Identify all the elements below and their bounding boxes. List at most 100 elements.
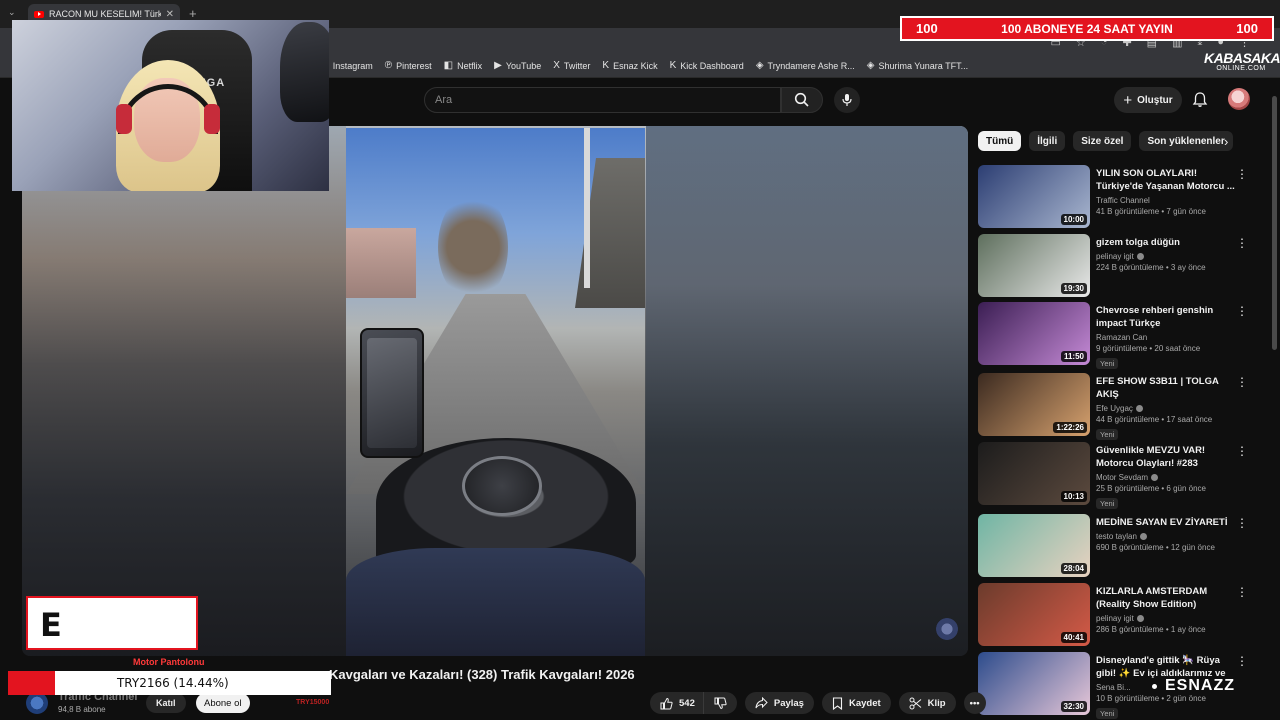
more-vertical-icon[interactable]: ⋮ bbox=[1236, 585, 1248, 599]
video-channel[interactable]: Traffic Channel bbox=[1096, 196, 1236, 205]
tab-search-icon[interactable]: ⌄ bbox=[8, 7, 16, 18]
related-video-item[interactable]: 1:22:26 EFE SHOW S3B11 | TOLGA AKIŞ Efe … bbox=[978, 373, 1248, 440]
phone-mount bbox=[360, 328, 424, 458]
join-button[interactable]: Katıl bbox=[146, 693, 186, 713]
related-video-item[interactable]: 10:00 YILIN SON OLAYLARI! Türkiye'de Yaş… bbox=[978, 165, 1248, 229]
more-vertical-icon[interactable]: ⋮ bbox=[1236, 167, 1248, 181]
share-label: Paylaş bbox=[773, 697, 804, 709]
clip-button[interactable]: Klip bbox=[898, 692, 956, 714]
more-vertical-icon[interactable]: ⋮ bbox=[1236, 236, 1248, 250]
video-meta: EFE SHOW S3B11 | TOLGA AKIŞ Efe Uygaç 44… bbox=[1096, 375, 1236, 442]
save-button[interactable]: Kaydet bbox=[821, 692, 891, 714]
video-thumbnail[interactable]: 19:30 bbox=[978, 234, 1090, 297]
verified-icon bbox=[1135, 405, 1143, 413]
video-channel[interactable]: Ramazan Can bbox=[1096, 333, 1236, 342]
video-stats: 25 B görüntüleme • 6 gün önce bbox=[1096, 484, 1206, 493]
video-duration: 28:04 bbox=[1060, 563, 1087, 574]
channel-avatar[interactable] bbox=[26, 692, 48, 714]
video-channel[interactable]: pelinay igit bbox=[1096, 614, 1236, 623]
video-thumbnail[interactable]: 10:00 bbox=[978, 165, 1090, 228]
video-title-link[interactable]: EFE SHOW S3B11 | TOLGA AKIŞ bbox=[1096, 375, 1236, 401]
video-player[interactable] bbox=[22, 126, 968, 656]
video-channel[interactable]: testo taylan bbox=[1096, 532, 1236, 541]
tag-dot-icon bbox=[1152, 683, 1157, 689]
channel-watermark-icon[interactable] bbox=[936, 618, 958, 640]
filter-chip[interactable]: Size özel bbox=[1073, 131, 1132, 151]
bookmarks-list: ◎Instagram℗Pinterest◧Netflix▶YouTubeXTwi… bbox=[320, 60, 968, 71]
video-thumbnail[interactable]: 11:50 bbox=[978, 302, 1090, 365]
page-scrollbar[interactable] bbox=[1272, 96, 1277, 350]
tab-close-icon[interactable]: ✕ bbox=[166, 9, 174, 20]
search-button[interactable] bbox=[781, 87, 823, 113]
related-video-item[interactable]: 40:41 KIZLARLA AMSTERDAM (Reality Show E… bbox=[978, 583, 1248, 647]
video-stats: 44 B görüntüleme • 17 saat önce bbox=[1096, 415, 1213, 424]
related-video-item[interactable]: 28:04 MEDİNE SAYAN EV ZİYARETİ testo tay… bbox=[978, 514, 1248, 578]
video-channel[interactable]: Motor Sevdam bbox=[1096, 473, 1236, 482]
video-thumbnail[interactable]: 10:13 bbox=[978, 442, 1090, 505]
dislike-button[interactable] bbox=[702, 692, 737, 714]
clip-label: Klip bbox=[927, 697, 946, 709]
video-stats: 41 B görüntüleme • 7 gün önce bbox=[1096, 207, 1206, 216]
more-horizontal-icon: ••• bbox=[969, 697, 980, 709]
bookmark-label: Instagram bbox=[332, 60, 373, 71]
channel-label: Efe Uygaç bbox=[1096, 404, 1133, 413]
notifications-bell-icon[interactable] bbox=[1192, 91, 1208, 108]
new-tab-button[interactable]: + bbox=[189, 6, 197, 21]
more-vertical-icon[interactable]: ⋮ bbox=[1236, 444, 1248, 458]
voice-search-button[interactable] bbox=[834, 87, 860, 113]
video-title-link[interactable]: gizem tolga düğün bbox=[1096, 236, 1236, 249]
bookmark-favicon-icon: ℗ bbox=[384, 60, 393, 71]
search-input[interactable] bbox=[435, 94, 780, 106]
filter-chip[interactable]: Son yüklenenler bbox=[1139, 131, 1233, 151]
bookmark-item[interactable]: ℗ Pinterest bbox=[385, 60, 432, 71]
related-video-item[interactable]: 11:50 Chevrose rehberi genshin impact Tü… bbox=[978, 302, 1248, 369]
video-channel[interactable]: Efe Uygaç bbox=[1096, 404, 1236, 413]
verified-icon bbox=[1136, 253, 1144, 261]
video-channel[interactable]: pelinay igit bbox=[1096, 252, 1236, 261]
related-video-item[interactable]: 10:13 Güvenlikle MEVZU VAR! Motorcu Olay… bbox=[978, 442, 1248, 509]
bookmark-item[interactable]: X Twitter bbox=[553, 60, 590, 71]
related-video-item[interactable]: 19:30 gizem tolga düğün pelinay igit 224… bbox=[978, 234, 1248, 298]
bookmark-item[interactable]: ▶ YouTube bbox=[494, 60, 541, 71]
bookmark-favicon-icon: K bbox=[602, 60, 610, 71]
bookmark-item[interactable]: ◈ Tryndamere Ashe R... bbox=[756, 60, 855, 71]
channel-label: Ramazan Can bbox=[1096, 333, 1148, 342]
filter-chip[interactable]: Tümü bbox=[978, 131, 1022, 151]
bookmark-item[interactable]: ◧ Netflix bbox=[444, 60, 482, 71]
sub-goal-text: 100 ABONEYE 24 SAAT YAYIN bbox=[1001, 21, 1173, 36]
video-title-link[interactable]: MEDİNE SAYAN EV ZİYARETİ bbox=[1096, 516, 1236, 529]
more-vertical-icon[interactable]: ⋮ bbox=[1236, 516, 1248, 530]
create-button[interactable]: + Oluştur bbox=[1114, 87, 1182, 113]
bookmark-favicon-icon: ▶ bbox=[494, 60, 502, 71]
more-vertical-icon[interactable]: ⋮ bbox=[1236, 375, 1248, 389]
bookmark-label: Esnaz Kick bbox=[613, 60, 658, 71]
new-badge: Yeni bbox=[1096, 498, 1119, 509]
bookmark-item[interactable]: ◈ Shurima Yunara TFT... bbox=[867, 60, 968, 71]
video-stats: 286 B görüntüleme • 1 ay önce bbox=[1096, 625, 1206, 634]
video-thumbnail[interactable]: 28:04 bbox=[978, 514, 1090, 577]
like-button[interactable]: 542 bbox=[650, 692, 703, 714]
building-left bbox=[346, 228, 416, 298]
rider-legs bbox=[346, 548, 645, 656]
chips-next-chevron-icon[interactable]: › bbox=[1224, 134, 1228, 149]
video-title-link[interactable]: YILIN SON OLAYLARI! Türkiye'de Yaşanan M… bbox=[1096, 167, 1236, 193]
more-vertical-icon[interactable]: ⋮ bbox=[1236, 304, 1248, 318]
account-avatar[interactable] bbox=[1228, 88, 1250, 110]
video-thumbnail[interactable]: 1:22:26 bbox=[978, 373, 1090, 436]
video-stats: 9 görüntüleme • 20 saat önce bbox=[1096, 344, 1201, 353]
share-button[interactable]: Paylaş bbox=[744, 692, 814, 714]
video-thumbnail[interactable]: 32:30 bbox=[978, 652, 1090, 715]
bookmark-item[interactable]: K Kick Dashboard bbox=[670, 60, 744, 71]
video-title-link[interactable]: KIZLARLA AMSTERDAM (Reality Show Edition… bbox=[1096, 585, 1236, 611]
video-thumbnail[interactable]: 40:41 bbox=[978, 583, 1090, 646]
video-meta: Güvenlikle MEVZU VAR! Motorcu Olayları! … bbox=[1096, 444, 1236, 511]
more-vertical-icon[interactable]: ⋮ bbox=[1236, 654, 1248, 668]
video-title-link[interactable]: Güvenlikle MEVZU VAR! Motorcu Olayları! … bbox=[1096, 444, 1236, 470]
donation-progress-text: TRY2166 (14.44%) bbox=[116, 676, 229, 690]
video-title-link[interactable]: Chevrose rehberi genshin impact Türkçe bbox=[1096, 304, 1236, 330]
more-actions-button[interactable]: ••• bbox=[963, 692, 986, 714]
sponsor-logo-bottom: ONLINE.COM bbox=[1216, 65, 1266, 72]
filter-chip[interactable]: İlgili bbox=[1029, 131, 1066, 151]
subscribe-button[interactable]: Abone ol bbox=[196, 693, 250, 713]
bookmark-item[interactable]: K Esnaz Kick bbox=[602, 60, 657, 71]
